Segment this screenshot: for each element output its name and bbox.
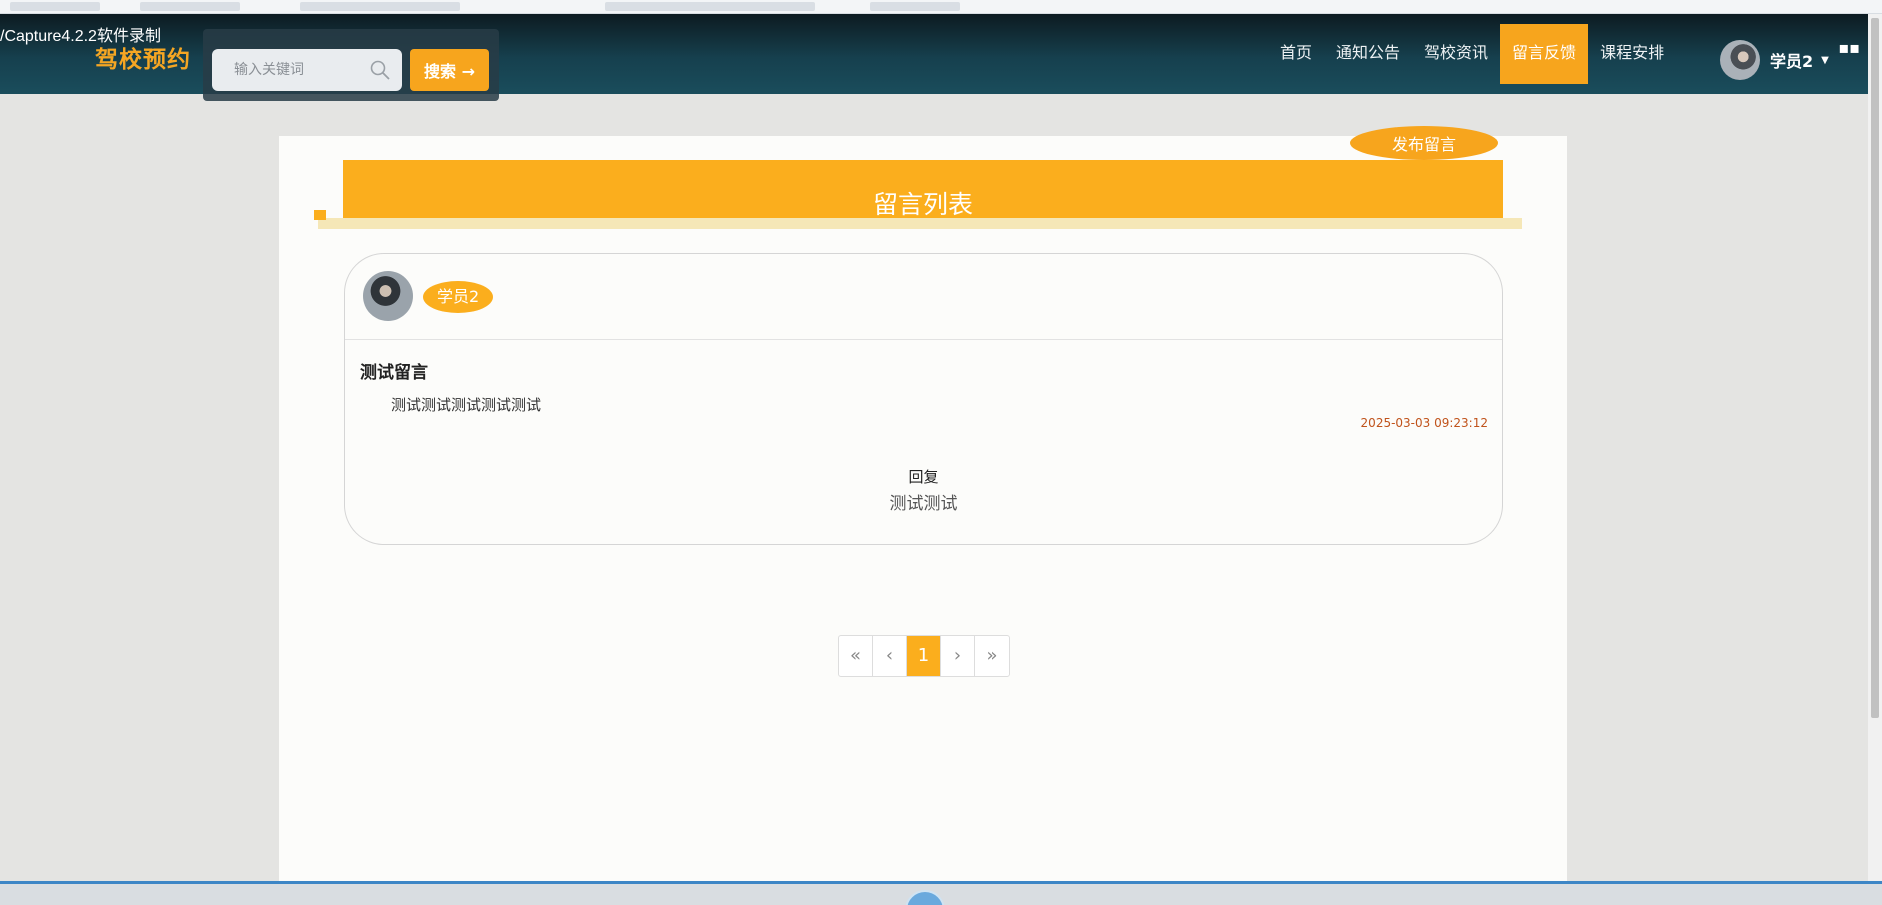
page-last-button[interactable]: » (975, 636, 1009, 676)
publish-message-button[interactable]: 发布留言 (1350, 126, 1498, 160)
nav-item-schedule[interactable]: 课程安排 (1588, 24, 1676, 84)
message-title: 测试留言 (360, 363, 428, 383)
search-button[interactable]: 搜索 → (410, 49, 489, 91)
nav-item-feedback[interactable]: 留言反馈 (1500, 24, 1589, 84)
author-avatar (363, 271, 413, 321)
scrollbar-thumb[interactable] (1871, 18, 1879, 718)
message-card: 学员2 测试留言 测试测试测试测试测试 2025-03-03 09:23:12 … (344, 253, 1503, 545)
main-nav: 首页 通知公告 驾校资讯 留言反馈 课程安排 (1268, 24, 1676, 84)
banner-dot (314, 210, 326, 220)
os-top-strip (0, 0, 1882, 14)
list-banner: 留言列表 (343, 160, 1503, 220)
capture-overlay-label: /Capture4.2.2软件录制 (0, 28, 161, 45)
nav-item-news[interactable]: 驾校资讯 (1412, 24, 1500, 84)
message-content: 测试测试测试测试测试 (391, 396, 542, 414)
reply-label: 回复 (908, 468, 939, 486)
avatar[interactable] (1720, 40, 1760, 80)
page-prev-button[interactable]: ‹ (873, 636, 907, 676)
search-bar: 搜索 → (203, 29, 499, 101)
user-name[interactable]: 学员2 (1770, 48, 1813, 72)
nav-item-home[interactable]: 首页 (1268, 24, 1324, 84)
author-badge: 学员2 (423, 281, 494, 313)
page-title: 留言列表 (872, 190, 973, 219)
user-menu[interactable]: 学员2 ▼ (1720, 40, 1829, 80)
caret-down-icon[interactable]: ▼ (1821, 55, 1829, 66)
grid-toggle-icon[interactable]: ▪▪ (1838, 38, 1860, 57)
message-card-header: 学员2 (345, 254, 1502, 340)
site-header: 驾校预约 搜索 → 首页 通知公告 驾校资讯 留言反馈 课程安排 学员2 ▼ ▪… (0, 14, 1870, 101)
nav-item-notices[interactable]: 通知公告 (1324, 24, 1412, 84)
page-first-button[interactable]: « (839, 636, 873, 676)
page-next-button[interactable]: › (941, 636, 975, 676)
banner-underline (318, 218, 1522, 229)
page-scrollbar[interactable] (1868, 14, 1882, 894)
message-timestamp: 2025-03-03 09:23:12 (1360, 416, 1488, 430)
pagination: « ‹ 1 › » (838, 635, 1010, 677)
reply-text: 测试测试 (889, 494, 958, 514)
search-icon[interactable] (369, 59, 391, 81)
page-current-button[interactable]: 1 (907, 636, 941, 676)
